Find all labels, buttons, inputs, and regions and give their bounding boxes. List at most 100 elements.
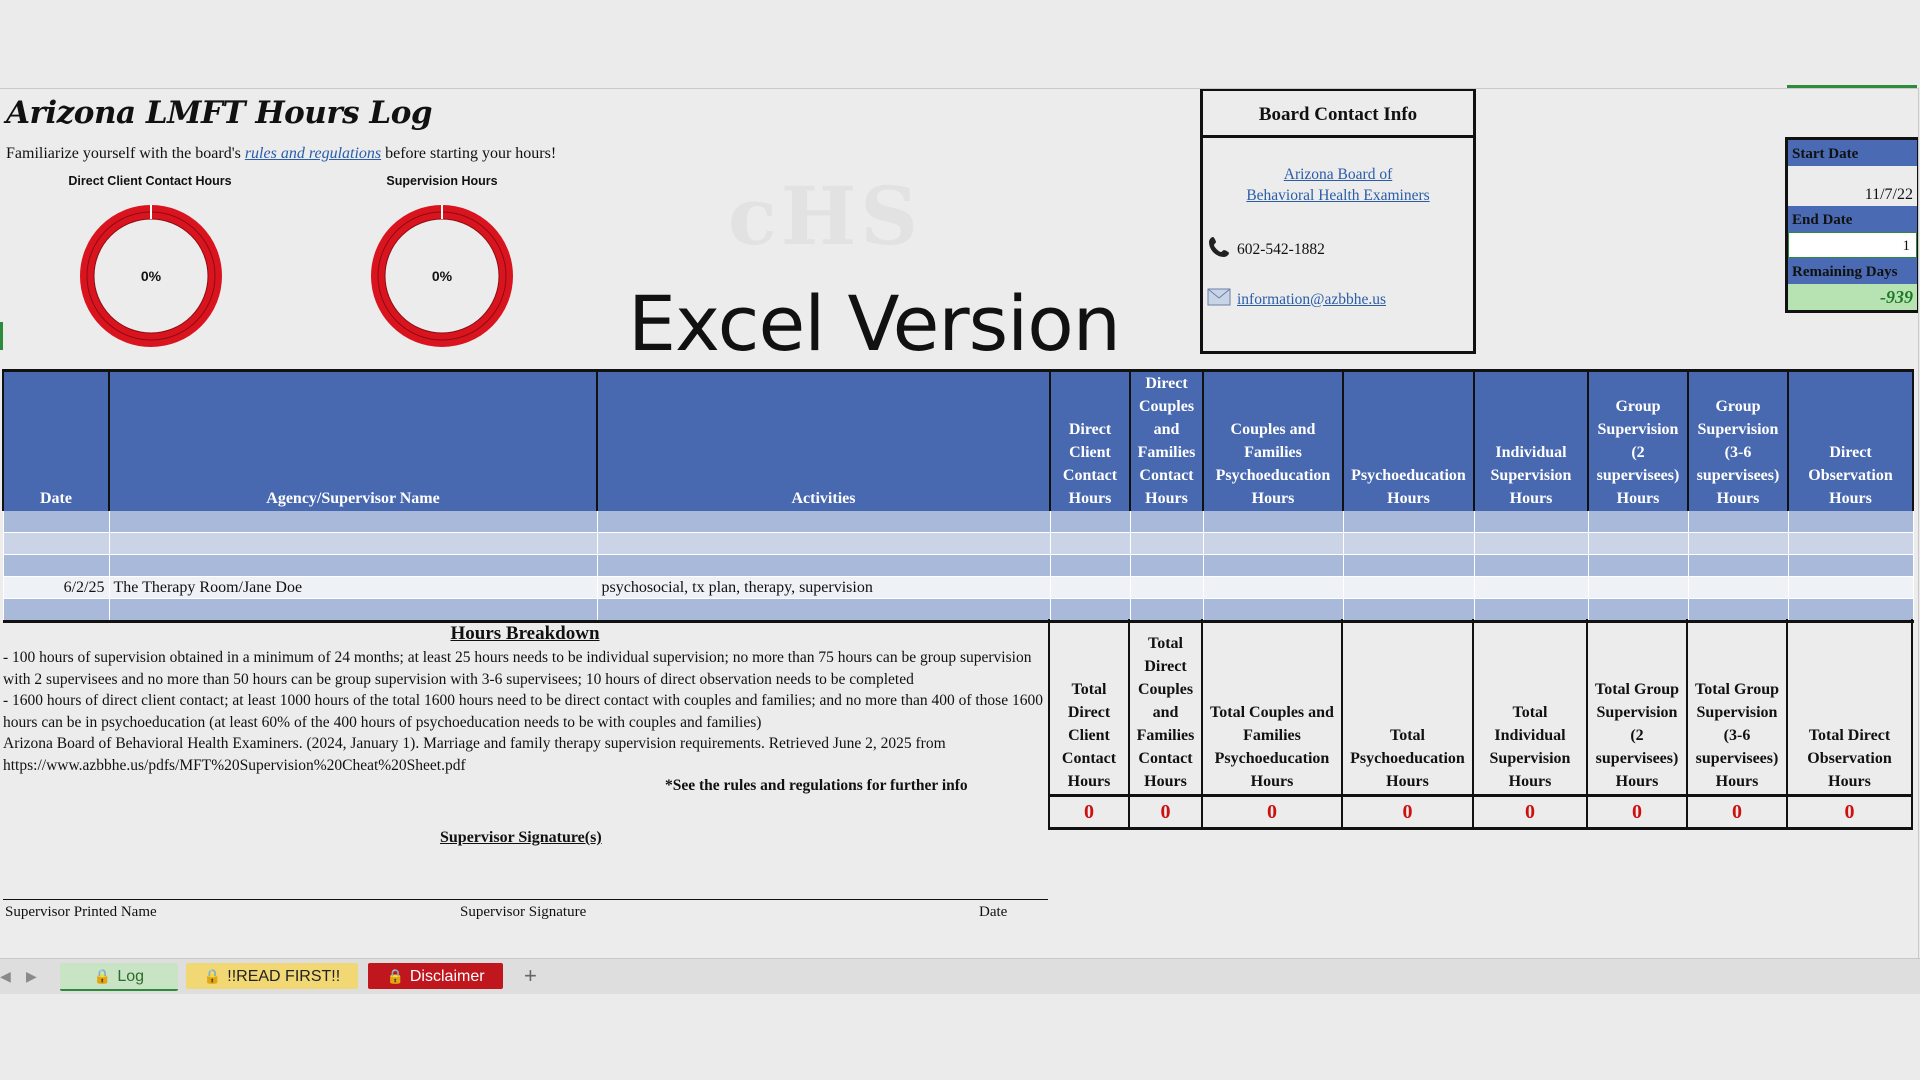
cell[interactable] [1787,554,1914,577]
total-direct-couples-header: Total Direct Couples and Families Contac… [1128,619,1203,796]
table-row: 6/2/25 The Therapy Room/Jane Doe psychosoc… [2,576,1914,599]
signature-line[interactable] [3,899,1048,900]
total-value[interactable]: 0 [1586,794,1688,830]
supervision-hours-donut[interactable]: 0% [369,203,515,349]
board-link-line1[interactable]: Arizona Board of [1203,164,1473,185]
board-email-link[interactable]: information@azbbhe.us [1237,291,1386,309]
cell[interactable] [1202,576,1344,599]
col-group-sup-3-6[interactable]: Group Supervision (3-6 supervisees) Hour… [1687,369,1789,511]
col-couples-psychoed[interactable]: Couples and Families Psychoeducation Hou… [1202,369,1344,511]
cell[interactable] [1787,511,1914,533]
cell[interactable] [1049,511,1131,533]
add-sheet-button[interactable]: + [524,963,537,989]
date-box: Start Date 11/7/22 End Date 1 Remaining … [1785,137,1918,313]
cell[interactable] [1342,576,1475,599]
cell[interactable] [108,554,598,577]
cell[interactable] [2,554,110,577]
cell[interactable] [108,532,598,555]
cell[interactable] [1342,511,1475,533]
total-value[interactable]: 0 [1786,794,1913,830]
cell[interactable] [1129,532,1204,555]
cell[interactable] [1129,576,1204,599]
cell[interactable] [1129,554,1204,577]
cell[interactable] [1202,532,1344,555]
cell[interactable] [108,598,598,623]
col-psychoed[interactable]: Psychoeducation Hours [1342,369,1475,511]
total-value[interactable]: 0 [1128,794,1203,830]
cell-agency[interactable]: The Therapy Room/Jane Doe [108,576,598,599]
col-direct-couples[interactable]: Direct Couples and Families Contact Hour… [1129,369,1204,511]
cell[interactable] [1129,511,1204,533]
total-value[interactable]: 0 [1048,794,1130,830]
totals-table: Total Direct Client Contact Hours Total … [1048,619,1913,830]
rules-link[interactable]: rules and regulations [245,145,381,162]
col-group-sup-2[interactable]: Group Supervision (2 supervisees) Hours [1587,369,1689,511]
tab-next-icon[interactable]: ▶ [26,968,37,985]
cell[interactable] [1587,576,1689,599]
board-link-line2[interactable]: Behavioral Health Examiners [1203,185,1473,206]
cell[interactable] [1202,554,1344,577]
sheet-tab-bar: ◀ ▶ 🔒 Log 🔒 !!READ FIRST!! 🔒 Disclaimer + [0,958,1920,994]
excel-version-label: Excel Version [628,279,1121,368]
breakdown-citation: Arizona Board of Behavioral Health Exami… [3,735,946,752]
col-agency[interactable]: Agency/Supervisor Name [108,369,598,511]
supervisor-signature-label: Supervisor Signature [460,904,587,920]
cell[interactable] [1049,554,1131,577]
cell[interactable] [596,532,1051,555]
col-direct-observation[interactable]: Direct Observation Hours [1787,369,1914,511]
total-group-sup-3-6-header: Total Group Supervision (3-6 supervisees… [1686,619,1788,796]
start-date-label: Start Date [1788,140,1917,166]
cell[interactable] [1787,576,1914,599]
table-row [2,532,1914,555]
cell[interactable] [1342,532,1475,555]
cell[interactable] [1342,554,1475,577]
subtitle: Familiarize yourself with the board's ru… [6,145,556,163]
cell[interactable] [1687,511,1789,533]
cell[interactable] [2,598,110,623]
cell-activities[interactable]: psychosocial, tx plan, therapy, supervis… [596,576,1051,599]
cell[interactable] [1687,554,1789,577]
cell[interactable] [1587,532,1689,555]
col-activities[interactable]: Activities [596,369,1051,511]
cell[interactable] [2,511,110,533]
cell[interactable] [1473,511,1589,533]
tab-log[interactable]: 🔒 Log [60,963,178,991]
col-date[interactable]: Date [2,369,110,511]
cell[interactable] [1687,532,1789,555]
start-date-value[interactable]: 11/7/22 [1788,166,1917,206]
cell[interactable] [1587,511,1689,533]
app-window: Arizona LMFT Hours Log Familiarize yours… [0,0,1920,1080]
cell[interactable] [1049,532,1131,555]
total-group-sup-2-header: Total Group Supervision (2 supervisees) … [1586,619,1688,796]
tab-disclaimer[interactable]: 🔒 Disclaimer [368,963,503,989]
total-direct-observation-header: Total Direct Observation Hours [1786,619,1913,796]
totals-value-row: 0 0 0 0 0 0 0 0 [1048,794,1913,830]
total-value[interactable]: 0 [1472,794,1588,830]
cell[interactable] [1473,554,1589,577]
cell[interactable] [1202,511,1344,533]
cell[interactable] [1687,576,1789,599]
direct-hours-donut[interactable]: 0% [78,203,224,349]
total-value[interactable]: 0 [1341,794,1474,830]
tab-prev-icon[interactable]: ◀ [0,968,11,985]
cell[interactable] [1787,532,1914,555]
col-individual-sup[interactable]: Individual Supervision Hours [1473,369,1589,511]
cell-date[interactable]: 6/2/25 [2,576,110,599]
cell[interactable] [1473,532,1589,555]
end-date-input[interactable]: 1 [1788,232,1917,258]
board-link[interactable]: Arizona Board of Behavioral Health Exami… [1203,164,1473,206]
cell[interactable] [108,511,598,533]
total-value[interactable]: 0 [1201,794,1343,830]
breakdown-supervision: - 100 hours of supervision obtained in a… [3,649,1032,688]
cell[interactable] [1587,554,1689,577]
tab-read-first[interactable]: 🔒 !!READ FIRST!! [186,963,358,989]
cell[interactable] [1049,576,1131,599]
cell[interactable] [1473,576,1589,599]
further-info-note: *See the rules and regulations for furth… [665,777,968,794]
cell[interactable] [596,511,1051,533]
cell[interactable] [596,554,1051,577]
cell[interactable] [2,532,110,555]
total-value[interactable]: 0 [1686,794,1788,830]
col-direct-client[interactable]: Direct Client Contact Hours [1049,369,1131,511]
cell[interactable] [596,598,1051,623]
